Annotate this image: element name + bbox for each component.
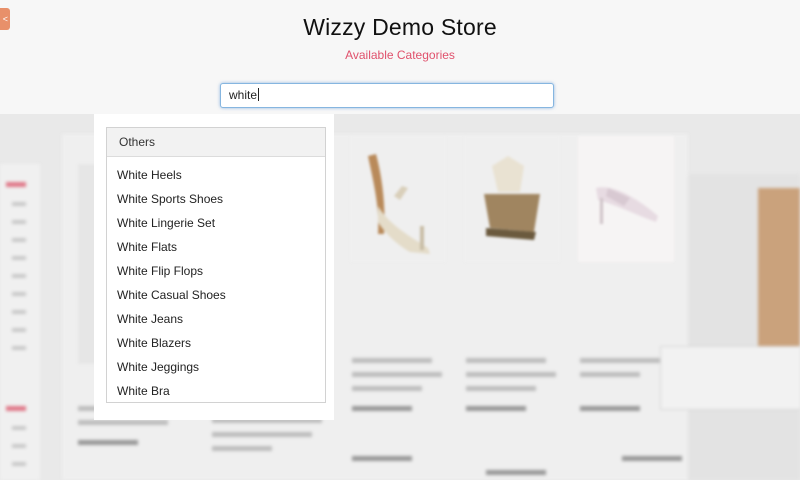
suggestion-white-bra[interactable]: White Bra xyxy=(107,379,325,403)
suggestion-white-flip-flops[interactable]: White Flip Flops xyxy=(107,259,325,283)
available-categories-link[interactable]: Available Categories xyxy=(0,48,800,62)
suggestion-white-heels[interactable]: White Heels xyxy=(107,163,325,187)
suggestion-white-blazers[interactable]: White Blazers xyxy=(107,331,325,355)
autocomplete-dropdown: Others White Heels White Sports Shoes Wh… xyxy=(94,114,334,420)
model-photo xyxy=(758,188,800,346)
suggestion-white-jeggings[interactable]: White Jeggings xyxy=(107,355,325,379)
suggestion-white-lingerie-set[interactable]: White Lingerie Set xyxy=(107,211,325,235)
suggestion-white-sports-shoes[interactable]: White Sports Shoes xyxy=(107,187,325,211)
suggestion-section-title: Others xyxy=(107,128,325,157)
suggestion-white-jeans[interactable]: White Jeans xyxy=(107,307,325,331)
store-title: Wizzy Demo Store xyxy=(303,14,497,40)
chat-widget[interactable] xyxy=(660,346,800,410)
store-header: < Wizzy Demo Store Available Categories … xyxy=(0,0,800,114)
suggestion-panel: Others White Heels White Sports Shoes Wh… xyxy=(106,127,326,403)
product-image-sandal xyxy=(578,136,674,262)
product-image-heels xyxy=(350,136,446,262)
text-caret xyxy=(258,88,260,101)
search-input[interactable]: white xyxy=(220,83,554,108)
product-image-wedge xyxy=(464,136,560,262)
filter-sidebar xyxy=(0,164,40,480)
search-input-value: white xyxy=(229,88,258,102)
suggestion-list: White Heels White Sports Shoes White Lin… xyxy=(107,157,325,403)
suggestion-white-casual-shoes[interactable]: White Casual Shoes xyxy=(107,283,325,307)
suggestion-white-flats[interactable]: White Flats xyxy=(107,235,325,259)
